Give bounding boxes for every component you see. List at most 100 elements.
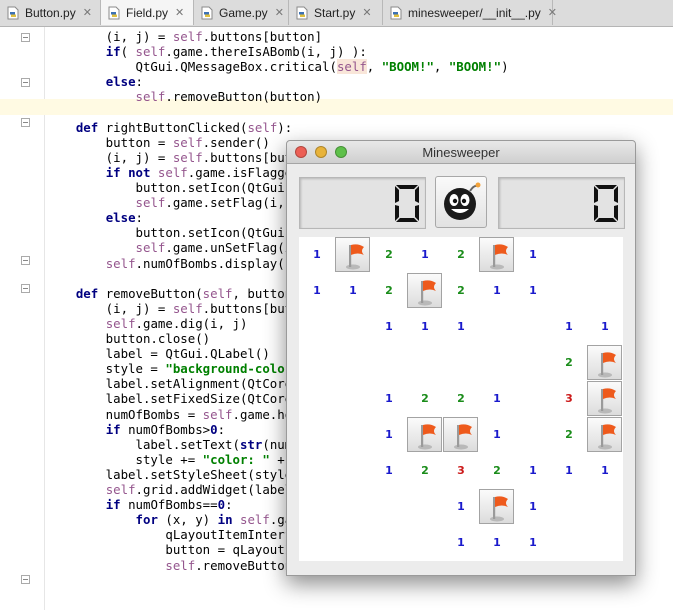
number-cell: 2 <box>565 428 573 441</box>
number-cell: 2 <box>493 464 501 477</box>
number-cell: 1 <box>385 464 393 477</box>
empty-cell <box>299 309 335 345</box>
empty-cell <box>515 345 551 381</box>
code-token: (x, y) <box>157 512 218 528</box>
number-cell: 2 <box>457 392 465 405</box>
empty-cell <box>515 417 551 453</box>
number-cell: 1 <box>529 536 537 549</box>
bomb-counter-display <box>299 177 426 229</box>
fold-marker-icon[interactable] <box>21 78 30 87</box>
flagged-cell[interactable] <box>587 345 622 380</box>
code-token: in <box>217 512 233 528</box>
code-token: numOfBombs== <box>120 497 218 513</box>
code-token: , <box>366 59 382 75</box>
number-cell: 2 <box>421 464 429 477</box>
code-token: self <box>165 557 196 573</box>
code-token: "BOOM!" <box>448 59 502 75</box>
code-token: else <box>105 210 136 226</box>
flagged-cell[interactable] <box>479 237 514 272</box>
number-cell: 1 <box>349 284 357 297</box>
number-cell: 1 <box>565 320 573 333</box>
empty-cell <box>335 309 371 345</box>
code-line: (i, j) = self.buttons[button] <box>46 29 322 44</box>
flag-icon <box>490 496 508 522</box>
code-token: "BOOM!" <box>381 59 434 75</box>
fold-marker-icon[interactable] <box>21 118 30 127</box>
number-cell: 1 <box>421 320 429 333</box>
code-token: if not <box>105 164 151 180</box>
code-token: for <box>135 512 158 528</box>
mine-field-grid[interactable]: 1 2 1 2 1 1 1 2 2 1 1 1 1 1 1 1 2 1 2 2 1 3 1 1 2 1 2 3 2 1 1 1 1 1 1 1 1 <box>299 237 623 561</box>
code-token: self <box>172 300 203 316</box>
python-file-icon <box>295 6 309 20</box>
empty-cell <box>299 417 335 453</box>
tab-start-py[interactable]: Start.py ✕ <box>289 0 383 25</box>
code-token: if <box>105 44 121 60</box>
close-tab-icon[interactable]: ✕ <box>83 6 92 19</box>
empty-cell <box>479 345 515 381</box>
code-line: label = QtGui.QLabel() <box>46 346 270 361</box>
code-token: (i, j) = <box>46 149 173 165</box>
flagged-cell[interactable] <box>443 417 478 452</box>
new-game-button[interactable] <box>435 176 487 228</box>
code-token: def <box>75 285 99 301</box>
flag-icon <box>490 244 508 270</box>
code-line: self.game.unSetFlag(i, j) <box>46 240 323 255</box>
timer-display <box>498 177 625 229</box>
number-cell: 1 <box>529 284 537 297</box>
close-tab-icon[interactable]: ✕ <box>175 6 184 19</box>
empty-cell <box>551 237 587 273</box>
code-token: QtGui.QMessageBox.critical( <box>46 59 337 75</box>
code-token: style += <box>46 451 203 467</box>
close-tab-icon[interactable]: ✕ <box>548 6 557 19</box>
flagged-cell[interactable] <box>407 273 442 308</box>
code-line: self.removeButton(button) <box>46 89 323 104</box>
fold-marker-icon[interactable] <box>21 33 30 42</box>
code-token: ( <box>120 44 136 60</box>
fold-marker-icon[interactable] <box>21 575 30 584</box>
fold-marker-icon[interactable] <box>21 256 30 265</box>
close-tab-icon[interactable]: ✕ <box>362 6 371 19</box>
code-token: style = <box>46 361 166 377</box>
code-line: else: <box>46 210 143 225</box>
code-token: removeButton( <box>98 285 203 301</box>
close-tab-icon[interactable]: ✕ <box>275 6 284 19</box>
code-token: , <box>433 59 449 75</box>
tab-label: Game.py <box>219 5 268 20</box>
code-token: self <box>172 29 203 44</box>
flagged-cell[interactable] <box>587 417 622 452</box>
tab-label: Button.py <box>25 5 76 20</box>
code-token: .numOfBombs.display( <box>135 255 285 271</box>
number-cell: 1 <box>565 464 573 477</box>
tab-button-py[interactable]: Button.py ✕ <box>0 0 101 25</box>
empty-cell <box>299 525 335 561</box>
code-token: if <box>105 421 121 437</box>
python-file-icon <box>107 6 121 20</box>
tab-game-py[interactable]: Game.py ✕ <box>194 0 289 25</box>
number-cell: 1 <box>457 320 465 333</box>
window-titlebar[interactable]: Minesweeper <box>287 141 635 164</box>
smiley-bomb-icon <box>444 182 481 220</box>
tab-field-py[interactable]: Field.py ✕ <box>101 0 194 25</box>
tab-minesweeper-init-py[interactable]: minesweeper/__init__.py ✕ <box>383 0 557 25</box>
code-line: (i, j) = self.buttons[button] <box>46 150 322 165</box>
flag-icon <box>418 424 436 450</box>
python-file-icon <box>6 6 20 20</box>
code-token: self <box>247 119 278 135</box>
flagged-cell[interactable] <box>335 237 370 272</box>
flagged-cell[interactable] <box>407 417 442 452</box>
empty-cell <box>371 489 407 525</box>
flagged-cell[interactable] <box>479 489 514 524</box>
code-token: : <box>135 74 143 90</box>
number-cell: 1 <box>529 500 537 513</box>
fold-marker-icon[interactable] <box>21 284 30 293</box>
code-token: label.setStyleSheet(style) <box>46 466 300 482</box>
empty-cell <box>407 489 443 525</box>
empty-cell <box>335 489 371 525</box>
flagged-cell[interactable] <box>587 381 622 416</box>
code-line: QtGui.QMessageBox.critical(self, "BOOM!"… <box>46 59 509 75</box>
